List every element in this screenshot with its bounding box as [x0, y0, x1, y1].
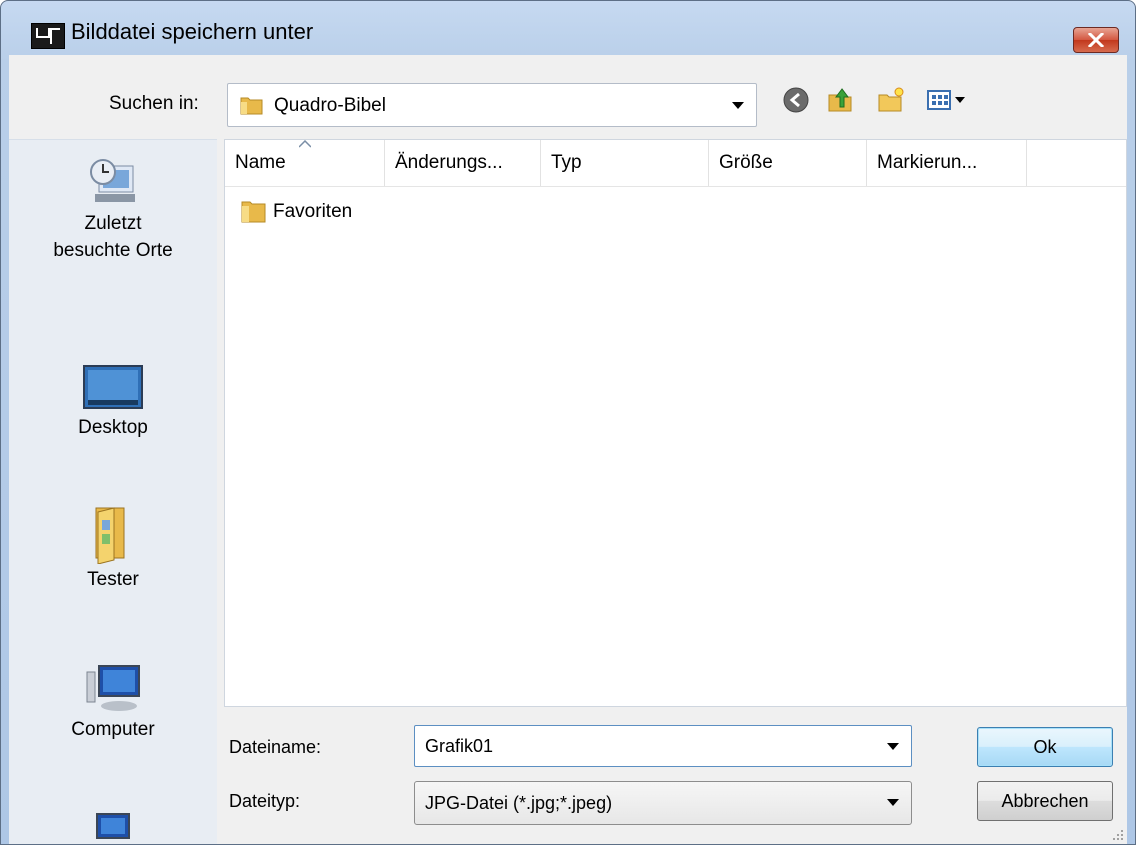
sort-ascending-icon — [299, 140, 311, 148]
chevron-down-icon — [887, 799, 899, 806]
cancel-button[interactable]: Abbrechen — [977, 781, 1113, 821]
look-in-combobox[interactable]: Quadro-Bibel — [227, 83, 757, 127]
place-computer[interactable]: Computer — [9, 662, 217, 745]
look-in-value: Quadro-Bibel — [274, 95, 386, 116]
file-list[interactable]: Name Änderungs... Typ Größe Markierun...… — [224, 139, 1127, 707]
column-header-size[interactable]: Größe — [709, 140, 867, 186]
navigation-toolbar — [781, 85, 981, 121]
place-label: besuchte Orte — [53, 240, 173, 261]
column-header-label: Größe — [719, 152, 773, 173]
recent-places-icon — [90, 159, 135, 202]
computer-icon — [86, 665, 140, 711]
title-bar[interactable]: Bilddatei speichern unter — [1, 1, 1135, 53]
column-header-name[interactable]: Name — [225, 140, 385, 186]
place-label: Tester — [87, 569, 139, 590]
up-folder-button[interactable] — [825, 85, 861, 121]
app-logo-icon — [31, 23, 65, 49]
close-button[interactable] — [1073, 27, 1119, 53]
filename-combobox[interactable] — [414, 725, 912, 767]
place-label: Desktop — [78, 417, 148, 438]
place-network[interactable] — [9, 812, 217, 844]
resize-grip-icon[interactable] — [1111, 828, 1125, 842]
close-icon — [1088, 33, 1104, 47]
chevron-down-icon — [732, 102, 744, 109]
column-header-label: Markierun... — [877, 152, 978, 173]
column-header-label: Typ — [551, 152, 582, 173]
back-button[interactable] — [781, 85, 817, 121]
column-header-type[interactable]: Typ — [541, 140, 709, 186]
filetype-select[interactable]: JPG-Datei (*.jpg;*.jpeg) — [414, 781, 912, 825]
list-item-name: Favoriten — [273, 201, 353, 222]
network-icon — [96, 813, 130, 839]
column-header-label: Name — [235, 152, 286, 173]
window-title: Bilddatei speichern unter — [71, 19, 314, 44]
user-folder-icon — [95, 507, 125, 564]
view-menu-icon — [927, 90, 965, 110]
chevron-down-icon[interactable] — [887, 743, 899, 751]
new-folder-icon — [878, 87, 904, 112]
column-header-label: Änderungs... — [395, 152, 503, 173]
filetype-value: JPG-Datei (*.jpg;*.jpeg) — [425, 793, 613, 813]
view-menu-button[interactable] — [925, 85, 975, 121]
ok-button[interactable]: Ok — [977, 727, 1113, 767]
look-in-label: Suchen in: — [109, 93, 199, 114]
dialog-client-area: Suchen in: Quadro-Bibel Zuletzt besuchte… — [9, 55, 1127, 844]
place-recent[interactable]: Zuletzt besuchte Orte — [9, 152, 217, 266]
place-desktop[interactable]: Desktop — [9, 364, 217, 443]
folder-icon — [241, 201, 266, 223]
place-user[interactable]: Tester — [9, 502, 217, 595]
folder-icon — [240, 97, 263, 115]
place-label: Computer — [71, 719, 155, 740]
file-list-header: Name Änderungs... Typ Größe Markierun... — [225, 140, 1126, 187]
new-folder-button[interactable] — [877, 85, 913, 121]
up-folder-icon — [828, 88, 852, 112]
column-header-modified[interactable]: Änderungs... — [385, 140, 541, 186]
filename-label: Dateiname: — [229, 737, 322, 757]
back-icon — [783, 87, 809, 113]
filename-input[interactable] — [425, 726, 865, 766]
save-dialog-window: Bilddatei speichern unter Suchen in: Qua… — [0, 0, 1136, 845]
desktop-icon — [83, 365, 143, 409]
filetype-label: Dateityp: — [229, 791, 301, 811]
column-header-tags[interactable]: Markierun... — [867, 140, 1027, 186]
places-bar: Zuletzt besuchte Orte Desktop Tester Com… — [9, 139, 217, 844]
